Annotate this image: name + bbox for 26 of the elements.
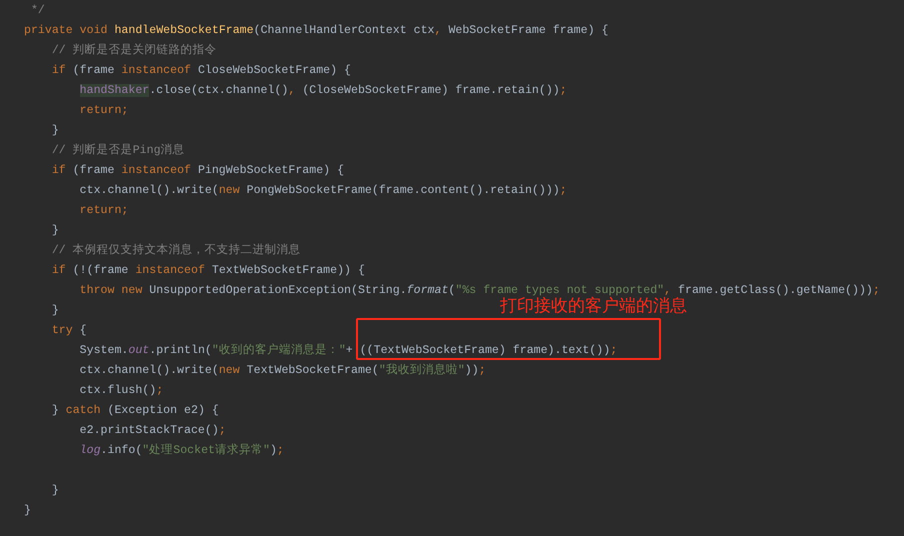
code-line: ctx.channel().write(new TextWebSocketFrame("我收到消息啦")); [78, 362, 486, 380]
code-line: if (frame instanceof CloseWebSocketFrame) { [50, 63, 351, 80]
code-line: // 本例程仅支持文本消息，不支持二进制消息 [50, 242, 301, 260]
code-line: if (frame instanceof PingWebSocketFrame) { [50, 163, 344, 180]
code-line: try { [50, 323, 87, 340]
code-line: System.out.println("收到的客户端消息是："+ ((TextWebSocketFrame) frame).text()); [78, 342, 618, 360]
code-line: } [24, 503, 31, 520]
code-line: handShaker.close(ctx.channel(), (CloseWebSocketFrame) frame.retain()); [78, 83, 567, 100]
code-line: // 判断是否是Ping消息 [50, 142, 185, 160]
code-line: */ [30, 3, 45, 20]
code-line: return; [78, 203, 128, 220]
code-line: return; [78, 103, 128, 120]
code-line: } catch (Exception e2) { [50, 403, 219, 420]
code-line: ctx.channel().write(new PongWebSocketFrame(frame.content().retain())); [78, 183, 567, 200]
code-line: } [50, 303, 59, 320]
code-line: e2.printStackTrace(); [78, 423, 226, 440]
code-line: } [50, 123, 59, 140]
code-line: } [50, 223, 59, 240]
annotation-label: 打印接收的客户端的消息 [500, 296, 687, 316]
code-line: throw new UnsupportedOperationException(String.format("%s frame types not supported", frame.getClass().getName())); [78, 283, 880, 298]
code-line: log.info("处理Socket请求异常"); [78, 442, 284, 460]
code-line: private void handleWebSocketFrame(ChannelHandlerContext ctx, WebSocketFrame frame) { [24, 23, 608, 40]
code-line: // 判断是否是关闭链路的指令 [50, 42, 217, 60]
code-line: if (!(frame instanceof TextWebSocketFrame)) { [50, 263, 365, 280]
code-line: } [50, 483, 59, 500]
code-line: ctx.flush(); [78, 383, 164, 400]
